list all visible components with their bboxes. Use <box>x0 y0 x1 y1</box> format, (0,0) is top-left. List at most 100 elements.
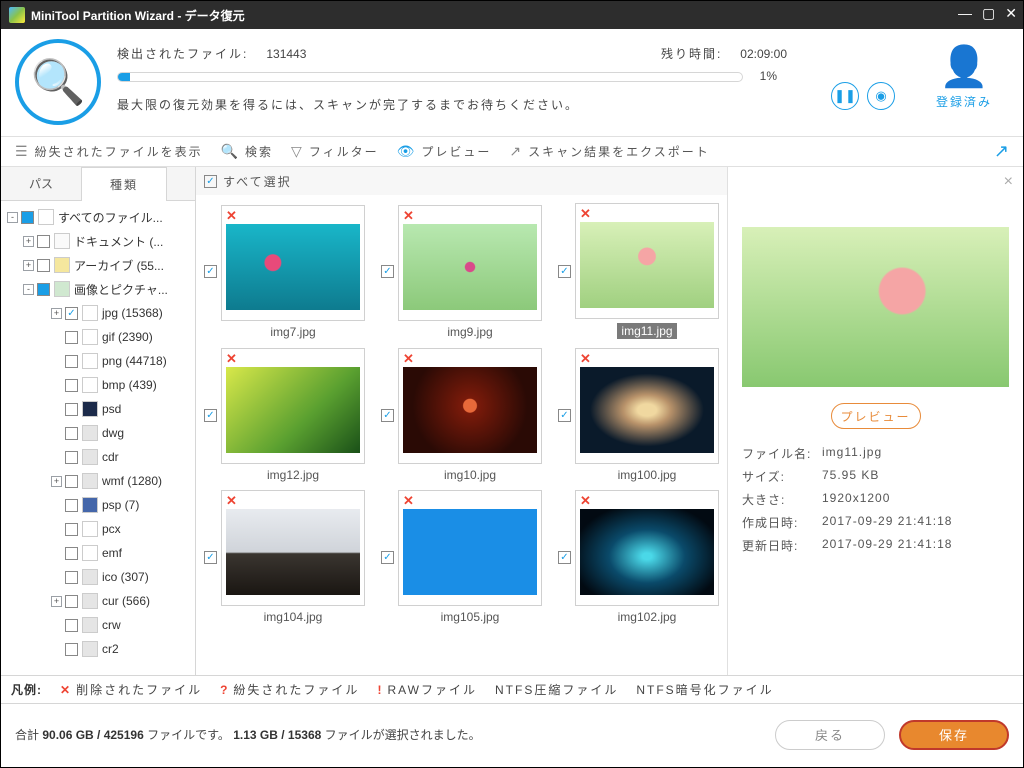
tree-checkbox[interactable] <box>65 451 78 464</box>
thumbnail-item[interactable]: ✕img105.jpg <box>398 490 542 624</box>
tree-node[interactable]: psd <box>3 397 193 421</box>
thumb-checkbox[interactable] <box>558 265 571 278</box>
expand-icon[interactable] <box>51 332 62 343</box>
tree-checkbox[interactable] <box>37 283 50 296</box>
thumbnail-item[interactable]: ✕img104.jpg <box>221 490 365 624</box>
thumbnail-item[interactable]: ✕img102.jpg <box>575 490 719 624</box>
tree-checkbox[interactable] <box>37 259 50 272</box>
close-button[interactable]: ✕ <box>1005 5 1017 22</box>
tree-node[interactable]: gif (2390) <box>3 325 193 349</box>
expand-icon[interactable] <box>51 356 62 367</box>
meta-ct-key: 作成日時: <box>742 514 822 531</box>
tab-path[interactable]: パス <box>1 167 81 200</box>
tree-checkbox[interactable] <box>65 475 78 488</box>
thumb-checkbox[interactable] <box>381 409 394 422</box>
close-preview-icon[interactable]: × <box>1004 173 1013 191</box>
tree-checkbox[interactable] <box>65 523 78 536</box>
tree-node[interactable]: psp (7) <box>3 493 193 517</box>
tree-node[interactable]: -すべてのファイル... <box>3 205 193 229</box>
expand-icon[interactable] <box>51 548 62 559</box>
expand-icon[interactable] <box>51 644 62 655</box>
user-label[interactable]: 登録済み <box>919 93 1009 110</box>
tree-checkbox[interactable] <box>65 547 78 560</box>
thumb-checkbox[interactable] <box>204 409 217 422</box>
expand-icon[interactable] <box>51 500 62 511</box>
tree-label: アーカイブ (55... <box>74 257 164 274</box>
stop-button[interactable]: ◉ <box>867 82 895 110</box>
expand-icon[interactable] <box>51 428 62 439</box>
tree-checkbox[interactable] <box>65 379 78 392</box>
minimize-button[interactable]: — <box>958 5 972 22</box>
thumbnail-item[interactable]: ✕img9.jpg <box>398 205 542 339</box>
tree-checkbox[interactable] <box>37 235 50 248</box>
tree-node[interactable]: + アーカイブ (55... <box>3 253 193 277</box>
tree-checkbox[interactable] <box>65 643 78 656</box>
thumbnail-item[interactable]: ✕img12.jpg <box>221 348 365 482</box>
expand-icon[interactable]: + <box>51 308 62 319</box>
tree-label: wmf (1280) <box>102 474 162 488</box>
export-button[interactable]: ↗スキャン結果をエクスポート <box>509 143 709 160</box>
tree-node[interactable]: emf <box>3 541 193 565</box>
tree-checkbox[interactable] <box>21 211 34 224</box>
expand-icon[interactable]: - <box>23 284 34 295</box>
tree-node[interactable]: crw <box>3 613 193 637</box>
pause-button[interactable]: ❚❚ <box>831 82 859 110</box>
back-button[interactable]: 戻る <box>775 720 885 750</box>
select-all-checkbox[interactable] <box>204 175 217 188</box>
preview-button[interactable]: プレビュー <box>831 403 921 429</box>
share-icon[interactable]: ↗ <box>994 141 1009 162</box>
maximize-button[interactable]: ▢ <box>982 5 995 22</box>
thumbnail-name: img104.jpg <box>221 610 365 624</box>
tree-node[interactable]: dwg <box>3 421 193 445</box>
tree-node[interactable]: +jpg (15368) <box>3 301 193 325</box>
thumbnail-item[interactable]: ✕img10.jpg <box>398 348 542 482</box>
tab-type[interactable]: 種類 <box>81 167 167 201</box>
thumbnail-item[interactable]: ✕img100.jpg <box>575 348 719 482</box>
tree-checkbox[interactable] <box>65 595 78 608</box>
tree-node[interactable]: +ドキュメント (... <box>3 229 193 253</box>
expand-icon[interactable] <box>51 452 62 463</box>
meta-name-key: ファイル名: <box>742 445 822 462</box>
search-button[interactable]: 🔍検索 <box>221 143 273 160</box>
thumb-checkbox[interactable] <box>558 551 571 564</box>
tree-checkbox[interactable] <box>65 619 78 632</box>
tree-node[interactable]: bmp (439) <box>3 373 193 397</box>
expand-icon[interactable]: + <box>51 596 62 607</box>
expand-icon[interactable] <box>51 620 62 631</box>
tree-checkbox[interactable] <box>65 427 78 440</box>
tree-node[interactable]: pcx <box>3 517 193 541</box>
tree-checkbox[interactable] <box>65 403 78 416</box>
expand-icon[interactable] <box>51 524 62 535</box>
thumb-checkbox[interactable] <box>381 551 394 564</box>
expand-icon[interactable]: + <box>23 236 34 247</box>
filter-button[interactable]: ▽フィルター <box>291 143 379 160</box>
tree-node[interactable]: cdr <box>3 445 193 469</box>
thumb-checkbox[interactable] <box>204 265 217 278</box>
tree-checkbox[interactable] <box>65 499 78 512</box>
thumb-checkbox[interactable] <box>381 265 394 278</box>
tree-checkbox[interactable] <box>65 307 78 320</box>
thumb-checkbox[interactable] <box>204 551 217 564</box>
tree-node[interactable]: + wmf (1280) <box>3 469 193 493</box>
tree-checkbox[interactable] <box>65 355 78 368</box>
tree-node[interactable]: png (44718) <box>3 349 193 373</box>
tree-node[interactable]: -画像とピクチャ... <box>3 277 193 301</box>
thumbnail-item[interactable]: ✕img11.jpg <box>575 203 719 340</box>
save-button[interactable]: 保存 <box>899 720 1009 750</box>
file-type-icon <box>82 617 98 633</box>
thumbnail-item[interactable]: ✕img7.jpg <box>221 205 365 339</box>
show-lost-button[interactable]: ☰紛失されたファイルを表示 <box>15 143 203 160</box>
tree-checkbox[interactable] <box>65 571 78 584</box>
thumb-checkbox[interactable] <box>558 409 571 422</box>
tree-node[interactable]: ico (307) <box>3 565 193 589</box>
tree-node[interactable]: cr2 <box>3 637 193 661</box>
preview-toggle-button[interactable]: 👁プレビュー <box>397 143 492 160</box>
expand-icon[interactable]: + <box>23 260 34 271</box>
expand-icon[interactable] <box>51 380 62 391</box>
tree-node[interactable]: +cur (566) <box>3 589 193 613</box>
tree-checkbox[interactable] <box>65 331 78 344</box>
expand-icon[interactable]: + <box>51 476 62 487</box>
expand-icon[interactable]: - <box>7 212 18 223</box>
expand-icon[interactable] <box>51 404 62 415</box>
expand-icon[interactable] <box>51 572 62 583</box>
